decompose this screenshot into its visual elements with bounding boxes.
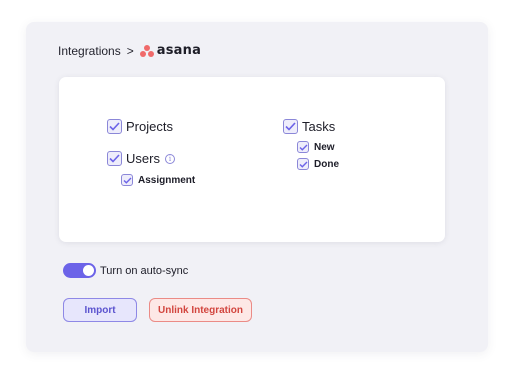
auto-sync-toggle[interactable] bbox=[63, 263, 96, 278]
tasks-checkbox[interactable] bbox=[283, 119, 298, 134]
new-checkbox[interactable] bbox=[297, 141, 309, 153]
asana-dots-icon bbox=[139, 44, 154, 57]
breadcrumb: Integrations > asana bbox=[58, 43, 201, 58]
asana-logo: asana bbox=[139, 43, 202, 58]
integration-panel: Integrations > asana Projects Users i As… bbox=[26, 22, 488, 352]
info-icon[interactable]: i bbox=[164, 153, 175, 164]
assignment-checkbox-row[interactable]: Assignment bbox=[121, 174, 195, 186]
auto-sync-label: Turn on auto-sync bbox=[100, 264, 189, 277]
users-checkbox-row[interactable]: Users i bbox=[107, 151, 175, 166]
asana-wordmark: asana bbox=[156, 43, 202, 58]
projects-checkbox-row[interactable]: Projects bbox=[107, 119, 173, 134]
auto-sync-row: Turn on auto-sync bbox=[63, 263, 188, 278]
breadcrumb-integrations[interactable]: Integrations bbox=[58, 44, 121, 58]
new-checkbox-row[interactable]: New bbox=[297, 141, 335, 153]
unlink-integration-button[interactable]: Unlink Integration bbox=[149, 298, 252, 322]
projects-label: Projects bbox=[126, 119, 173, 134]
assignment-checkbox[interactable] bbox=[121, 174, 133, 186]
toggle-knob bbox=[83, 265, 94, 276]
breadcrumb-separator: > bbox=[126, 43, 134, 58]
done-label: Done bbox=[314, 158, 339, 170]
projects-checkbox[interactable] bbox=[107, 119, 122, 134]
users-checkbox[interactable] bbox=[107, 151, 122, 166]
tasks-checkbox-row[interactable]: Tasks bbox=[283, 119, 335, 134]
permissions-card: Projects Users i Assignment Tasks New Do… bbox=[59, 77, 445, 242]
done-checkbox[interactable] bbox=[297, 158, 309, 170]
users-label: Users bbox=[126, 151, 160, 166]
tasks-label: Tasks bbox=[302, 119, 336, 134]
new-label: New bbox=[314, 141, 335, 153]
assignment-label: Assignment bbox=[138, 174, 196, 186]
import-button[interactable]: Import bbox=[63, 298, 137, 322]
done-checkbox-row[interactable]: Done bbox=[297, 158, 339, 170]
